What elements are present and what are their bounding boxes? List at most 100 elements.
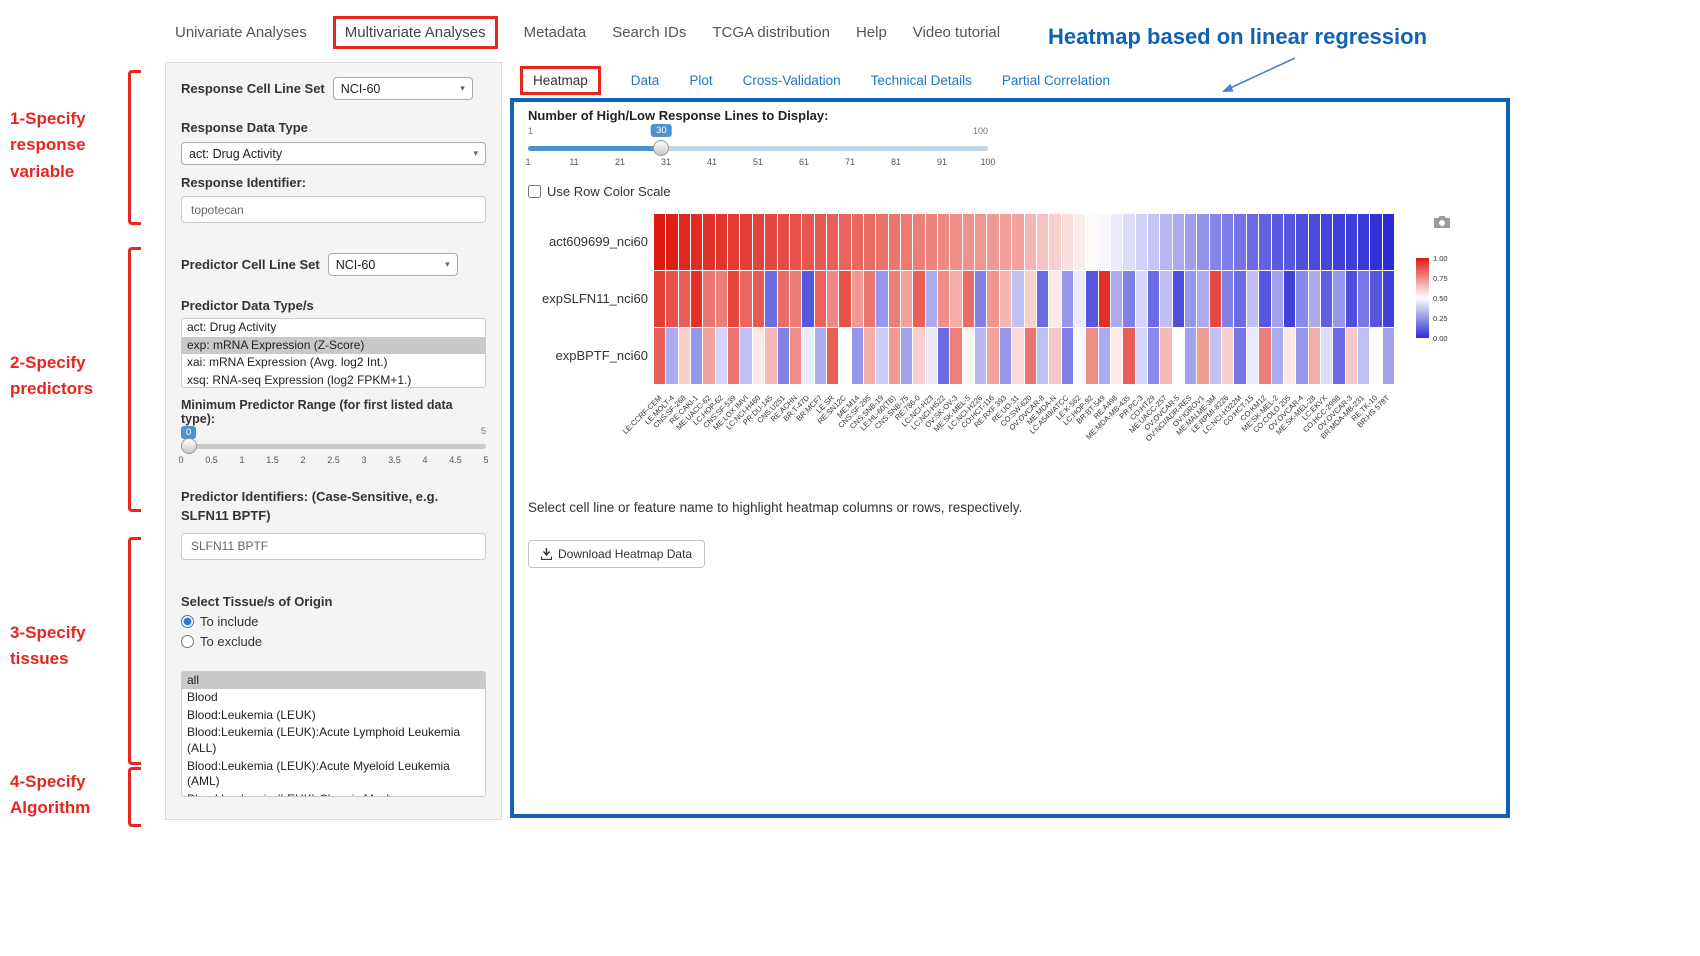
- tab-heatmap[interactable]: Heatmap: [520, 66, 601, 95]
- heatmap-row-label[interactable]: act609699_nci60: [518, 234, 648, 249]
- tab-partial-correlation[interactable]: Partial Correlation: [1002, 73, 1110, 88]
- tissue-include-radio[interactable]: [181, 615, 194, 628]
- nav-search-ids[interactable]: Search IDs: [612, 24, 686, 41]
- nav-help[interactable]: Help: [856, 24, 887, 41]
- predictor-identifiers-input[interactable]: [181, 533, 486, 560]
- heatmap-cell: [1025, 214, 1036, 270]
- tissue-exclude-radio[interactable]: [181, 635, 194, 648]
- heatmap-cell: [815, 271, 826, 327]
- slider-min-label: 1: [528, 126, 533, 136]
- heatmap-cell: [728, 214, 739, 270]
- lines-slider[interactable]: 1 100 30 1112131415161718191100: [528, 126, 988, 178]
- predictor-data-type-option[interactable]: xai: mRNA Expression (Avg. log2 Int.): [182, 354, 485, 372]
- tab-technical-details[interactable]: Technical Details: [871, 73, 972, 88]
- slider-handle[interactable]: [181, 438, 197, 454]
- heatmap-cell: [1259, 271, 1270, 327]
- heatmap-cell: [1062, 328, 1073, 384]
- tissue-option[interactable]: Blood:Leukemia (LEUK):Acute Lymphoid Leu…: [182, 724, 485, 757]
- heatmap-cell: [901, 328, 912, 384]
- response-cell-line-set-select[interactable]: NCI-60 ▾: [333, 77, 473, 100]
- predictor-data-type-option[interactable]: xsq: RNA-seq Expression (log2 FPKM+1.): [182, 372, 485, 388]
- heatmap-grid[interactable]: [654, 214, 1394, 384]
- heatmap-cell: [950, 214, 961, 270]
- tab-data[interactable]: Data: [631, 73, 660, 88]
- heatmap-cell: [1284, 328, 1295, 384]
- heatmap-cell: [852, 214, 863, 270]
- heatmap-cell: [987, 328, 998, 384]
- step2-label: 2-Specify predictors: [10, 350, 126, 403]
- heatmap-cell: [1234, 271, 1245, 327]
- slider-tick-label: 1: [525, 157, 530, 167]
- predictor-cell-line-set-select[interactable]: NCI-60 ▾: [328, 253, 458, 276]
- tissue-option[interactable]: Blood:Leukemia (LEUK): [182, 707, 485, 725]
- heatmap-cell: [1148, 214, 1159, 270]
- response-identifier-input[interactable]: [181, 196, 486, 223]
- heatmap-cell: [1247, 271, 1258, 327]
- heatmap-cell: [802, 214, 813, 270]
- tab-cross-validation[interactable]: Cross-Validation: [743, 73, 841, 88]
- nav-multivariate-analyses[interactable]: Multivariate Analyses: [333, 16, 498, 49]
- slider-track[interactable]: [181, 444, 486, 449]
- predictor-data-type-option[interactable]: exp: mRNA Expression (Z-Score): [182, 337, 485, 355]
- min-predictor-range-slider[interactable]: 0 5 00.511.522.533.544.55: [181, 428, 486, 476]
- slider-tick-label: 21: [615, 157, 625, 167]
- heatmap-cell: [1272, 328, 1283, 384]
- response-data-type-label: Response Data Type: [181, 120, 486, 135]
- heatmap-cell: [901, 271, 912, 327]
- nav-univariate-analyses[interactable]: Univariate Analyses: [175, 24, 307, 41]
- tissue-origin-listbox[interactable]: all Blood Blood:Leukemia (LEUK) Blood:Le…: [181, 671, 486, 797]
- heatmap-row-label[interactable]: expSLFN11_nci60: [518, 291, 648, 306]
- row-color-scale-label: Use Row Color Scale: [547, 184, 671, 199]
- heatmap-cell: [765, 271, 776, 327]
- nav-metadata[interactable]: Metadata: [524, 24, 587, 41]
- tissue-option[interactable]: Blood:Leukemia (LEUK):Chronic Myelogenou…: [182, 791, 485, 797]
- slider-tick-label: 51: [753, 157, 763, 167]
- heatmap-cell: [1259, 328, 1270, 384]
- predictor-data-type-option[interactable]: act: Drug Activity: [182, 319, 485, 337]
- tissue-include-label: To include: [200, 614, 259, 629]
- nav-video-tutorial[interactable]: Video tutorial: [913, 24, 1000, 41]
- camera-icon[interactable]: [1432, 214, 1452, 229]
- response-data-type-select[interactable]: act: Drug Activity ▾: [181, 142, 486, 165]
- heatmap-cell: [987, 214, 998, 270]
- nav-tcga-distribution[interactable]: TCGA distribution: [712, 24, 830, 41]
- heatmap-cell: [728, 271, 739, 327]
- slider-fill: [528, 146, 661, 151]
- heatmap-cell: [963, 271, 974, 327]
- tissue-option[interactable]: Blood: [182, 689, 485, 707]
- heatmap-cell: [1370, 214, 1381, 270]
- heatmap-cell: [1148, 271, 1159, 327]
- heatmap-cell: [926, 328, 937, 384]
- heatmap-cell: [1012, 271, 1023, 327]
- heatmap-cell: [1222, 214, 1233, 270]
- heatmap-cell: [1099, 328, 1110, 384]
- heatmap-cell: [1037, 328, 1048, 384]
- slider-max-label: 5: [481, 426, 486, 436]
- heatmap-cell: [1247, 328, 1258, 384]
- slider-tick-label: 2: [300, 455, 305, 465]
- heatmap-cell: [1037, 214, 1048, 270]
- heatmap-cell: [1346, 214, 1357, 270]
- tissue-option[interactable]: Blood:Leukemia (LEUK):Acute Myeloid Leuk…: [182, 758, 485, 791]
- heatmap-cell: [1272, 271, 1283, 327]
- heatmap-cell: [1025, 271, 1036, 327]
- heatmap-cell: [1136, 214, 1147, 270]
- predictor-data-types-label: Predictor Data Type/s: [181, 298, 486, 313]
- heatmap-cell: [753, 214, 764, 270]
- response-data-type-value: act: Drug Activity: [189, 147, 282, 161]
- heatmap-cell: [1309, 328, 1320, 384]
- heatmap-cell: [852, 271, 863, 327]
- slider-tick-label: 0.5: [205, 455, 218, 465]
- tissue-option[interactable]: all: [182, 672, 485, 690]
- row-color-scale-checkbox[interactable]: [528, 185, 541, 198]
- heatmap-cell: [1074, 271, 1085, 327]
- slider-handle[interactable]: [653, 140, 669, 156]
- tab-plot[interactable]: Plot: [689, 73, 712, 88]
- download-heatmap-data-button[interactable]: Download Heatmap Data: [528, 540, 705, 568]
- predictor-data-types-listbox[interactable]: act: Drug Activity exp: mRNA Expression …: [181, 318, 486, 388]
- heatmap-row-label[interactable]: expBPTF_nci60: [518, 348, 648, 363]
- heatmap-cell: [1037, 271, 1048, 327]
- heatmap-cell: [1309, 271, 1320, 327]
- heatmap-cell: [913, 328, 924, 384]
- legend-tick: 0.25: [1433, 314, 1448, 323]
